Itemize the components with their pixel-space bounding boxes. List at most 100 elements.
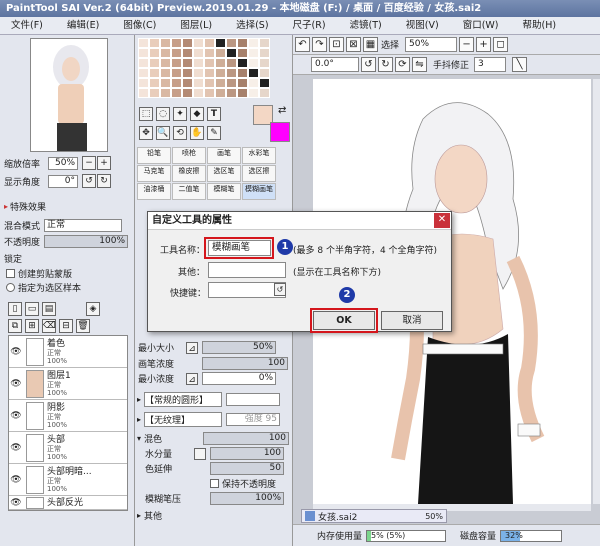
color-swatch[interactable] (182, 38, 193, 48)
shape-icon[interactable]: ◆ (190, 107, 204, 121)
hand-icon[interactable]: ✋ (190, 126, 204, 140)
deselect-icon[interactable]: ⊡ (329, 37, 344, 52)
color-swatch[interactable] (204, 38, 215, 48)
color-swatch[interactable] (204, 88, 215, 98)
rotate-right-icon[interactable]: ↻ (97, 174, 112, 188)
color-swatch[interactable] (204, 58, 215, 68)
color-swatch[interactable] (193, 58, 204, 68)
eyedropper-icon[interactable]: ✎ (207, 126, 221, 140)
color-swatch[interactable] (215, 68, 226, 78)
tool-pencil[interactable]: 铅笔 (137, 147, 171, 164)
eye-icon[interactable]: 👁 (9, 411, 23, 421)
color-swatch[interactable] (193, 78, 204, 88)
color-swatch[interactable] (259, 38, 270, 48)
lasso-icon[interactable]: ◌ (156, 107, 170, 121)
color-swatch[interactable] (160, 48, 171, 58)
opacity-slider[interactable]: 100% (44, 235, 129, 248)
rotate-reset-icon[interactable]: ⟳ (395, 57, 410, 72)
color-swatch[interactable] (248, 48, 259, 58)
tool-binary-pen[interactable]: 二值笔 (172, 183, 206, 200)
zoom-out-icon[interactable]: − (459, 37, 475, 52)
undo-icon[interactable]: ↶ (295, 37, 310, 52)
blend-mode-select[interactable]: 正常 (44, 219, 123, 232)
stabilizer-select[interactable]: 3 (474, 57, 507, 72)
color-swatch[interactable] (226, 68, 237, 78)
cancel-button[interactable]: 取消 (381, 311, 443, 330)
color-swatch[interactable] (138, 78, 149, 88)
color-swatch[interactable] (138, 88, 149, 98)
layer-options-icon[interactable]: ◈ (86, 302, 100, 316)
color-swatch[interactable] (215, 38, 226, 48)
list-item[interactable]: 👁 着色 正常 100% (9, 336, 127, 368)
menu-ruler[interactable]: 尺子(R) (282, 17, 339, 34)
special-effects-label[interactable]: 特殊效果 (10, 200, 46, 213)
color-swatch[interactable] (237, 68, 248, 78)
color-swatch[interactable] (182, 88, 193, 98)
color-swatch[interactable] (248, 78, 259, 88)
color-swatch[interactable] (215, 88, 226, 98)
color-swatch[interactable] (149, 58, 160, 68)
menu-file[interactable]: 文件(F) (0, 17, 56, 34)
copy-layer-icon[interactable]: ⧉ (8, 319, 22, 333)
color-swatch[interactable] (171, 38, 182, 48)
color-swatch[interactable] (149, 78, 160, 88)
list-item[interactable]: 👁 图层1 正常 100% (9, 368, 127, 400)
menu-filter[interactable]: 滤镜(T) (339, 17, 395, 34)
color-swatch[interactable] (171, 68, 182, 78)
zoom-value[interactable]: 50% (48, 156, 79, 170)
color-swatch[interactable] (259, 68, 270, 78)
angle-value[interactable]: 0° (48, 174, 79, 188)
color-swatch[interactable] (160, 58, 171, 68)
color-swatch[interactable] (237, 38, 248, 48)
list-item[interactable]: 👁 头部反光 (9, 496, 127, 510)
color-swatch[interactable] (193, 68, 204, 78)
eye-icon[interactable]: 👁 (9, 443, 23, 453)
new-folder-icon[interactable]: ▤ (42, 302, 56, 316)
color-swatch[interactable] (138, 68, 149, 78)
color-swatch[interactable] (226, 58, 237, 68)
pressure-icon[interactable] (194, 447, 206, 460)
tool-watercolor[interactable]: 水彩笔 (242, 147, 276, 164)
color-swatch[interactable] (160, 78, 171, 88)
color-swatch[interactable] (138, 48, 149, 58)
document-tab[interactable]: 女孩.sai2 50% (301, 509, 447, 523)
invert-selection-icon[interactable]: ⊠ (346, 37, 361, 52)
selection-source-radio[interactable] (6, 283, 15, 292)
color-swatch[interactable] (182, 78, 193, 88)
color-swatch[interactable] (182, 58, 193, 68)
color-swatch[interactable] (259, 58, 270, 68)
color-swatch[interactable] (149, 48, 160, 58)
menu-select[interactable]: 选择(S) (225, 17, 281, 34)
tool-blur-brush[interactable]: 模糊画笔 (242, 183, 276, 200)
expand-icon[interactable]: ▸ (137, 395, 141, 404)
selection-visibility-icon[interactable]: ▦ (363, 37, 378, 52)
pressure-icon[interactable]: ⊿ (186, 341, 198, 354)
list-item[interactable]: 👁 头部 正常 100% (9, 432, 127, 464)
color-swatch[interactable] (204, 48, 215, 58)
pressure-icon[interactable]: ⊿ (186, 372, 198, 385)
flip-icon[interactable]: ⇋ (412, 57, 427, 72)
new-set-icon[interactable]: ▭ (25, 302, 39, 316)
color-swatch[interactable] (171, 48, 182, 58)
shape-strength[interactable] (226, 393, 281, 406)
color-swatch[interactable] (138, 58, 149, 68)
keep-opacity-checkbox[interactable] (210, 479, 219, 488)
color-swatch[interactable] (237, 58, 248, 68)
zoom-select[interactable]: 50% (405, 37, 458, 52)
zoom-in-icon[interactable]: + (476, 37, 492, 52)
menu-help[interactable]: 帮助(H) (512, 17, 570, 34)
color-swatch[interactable] (138, 38, 149, 48)
texture-select[interactable]: 【无纹理】 (144, 412, 223, 427)
color-swatch[interactable] (149, 88, 160, 98)
color-swatch[interactable] (149, 68, 160, 78)
color-swatch[interactable] (237, 78, 248, 88)
min-size-slider[interactable]: 50% (202, 341, 276, 354)
color-swatch[interactable] (193, 48, 204, 58)
color-swatch[interactable] (182, 48, 193, 58)
clip-mask-checkbox[interactable] (6, 269, 15, 278)
redo-icon[interactable]: ↷ (312, 37, 327, 52)
color-swatch[interactable] (171, 58, 182, 68)
move-icon[interactable]: ✥ (139, 126, 153, 140)
list-item[interactable]: 👁 阴影 正常 100% (9, 400, 127, 432)
menu-view[interactable]: 视图(V) (395, 17, 452, 34)
